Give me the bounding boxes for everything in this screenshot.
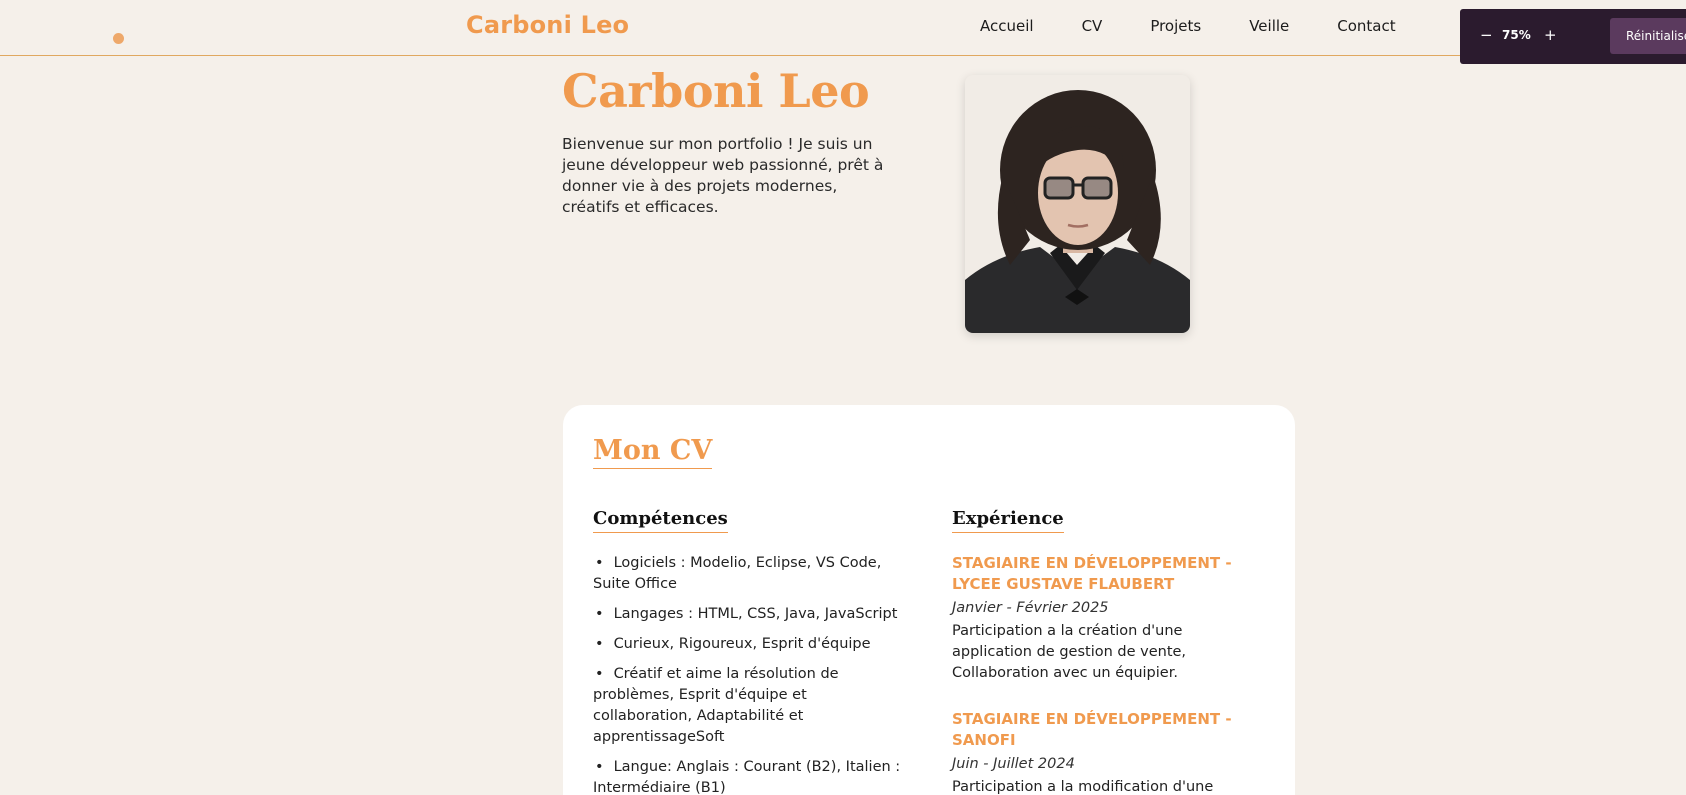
skill-item: Langue: Anglais : Courant (B2), Italien … <box>593 757 903 795</box>
skill-item: Curieux, Rigoureux, Esprit d'équipe <box>593 634 903 655</box>
experience-date: Janvier - Février 2025 <box>952 600 1109 616</box>
nav-link-veille[interactable]: Veille <box>1249 17 1289 35</box>
experience-description: Participation a la modification d'une <box>952 779 1214 795</box>
skill-item: Langages : HTML, CSS, Java, JavaScript <box>593 604 903 625</box>
experience-date: Juin - Juillet 2024 <box>952 756 1075 772</box>
nav-link-cv[interactable]: CV <box>1082 17 1103 35</box>
experience-role: Stagiaire en Développement - Sanofi <box>952 710 1232 749</box>
decorative-dot <box>113 33 124 44</box>
zoom-in-button[interactable]: + <box>1544 26 1557 44</box>
experience-description: Participation a la création d'une applic… <box>952 623 1187 681</box>
experience-role: Stagiaire en Développement - Lycee Gusta… <box>952 554 1232 593</box>
page: Carboni Leo Accueil CV Projets Veille Co… <box>0 0 1686 795</box>
site-header: Carboni Leo Accueil CV Projets Veille Co… <box>0 0 1686 56</box>
nav-link-contact[interactable]: Contact <box>1337 17 1395 35</box>
experience-item: Stagiaire en Développement - Lycee Gusta… <box>952 553 1262 684</box>
zoom-out-button[interactable]: − <box>1480 26 1493 44</box>
cv-card: Mon CV Compétences Logiciels : Modelio, … <box>563 405 1295 795</box>
zoom-toolbar: − 75% + Réinitialiser <box>1460 9 1686 64</box>
brand-logo[interactable]: Carboni Leo <box>466 11 629 39</box>
skills-list: Logiciels : Modelio, Eclipse, VS Code, S… <box>593 553 903 795</box>
cv-title: Mon CV <box>593 435 713 469</box>
skills-title: Compétences <box>593 508 728 533</box>
skill-item: Créatif et aime la résolution de problèm… <box>593 664 903 748</box>
main-nav: Accueil CV Projets Veille Contact <box>980 17 1444 35</box>
experience-title: Expérience <box>952 508 1064 533</box>
zoom-reset-button[interactable]: Réinitialiser <box>1610 18 1686 54</box>
zoom-level: 75% <box>1502 28 1531 42</box>
experience-item: Stagiaire en Développement - Sanofi Juin… <box>952 709 1262 795</box>
hero-title: Carboni Leo <box>562 64 870 118</box>
profile-portrait-image <box>965 75 1190 333</box>
nav-link-accueil[interactable]: Accueil <box>980 17 1034 35</box>
nav-link-projets[interactable]: Projets <box>1150 17 1201 35</box>
hero-intro: Bienvenue sur mon portfolio ! Je suis un… <box>562 135 884 216</box>
skill-item: Logiciels : Modelio, Eclipse, VS Code, S… <box>593 553 903 595</box>
profile-photo <box>965 75 1190 333</box>
